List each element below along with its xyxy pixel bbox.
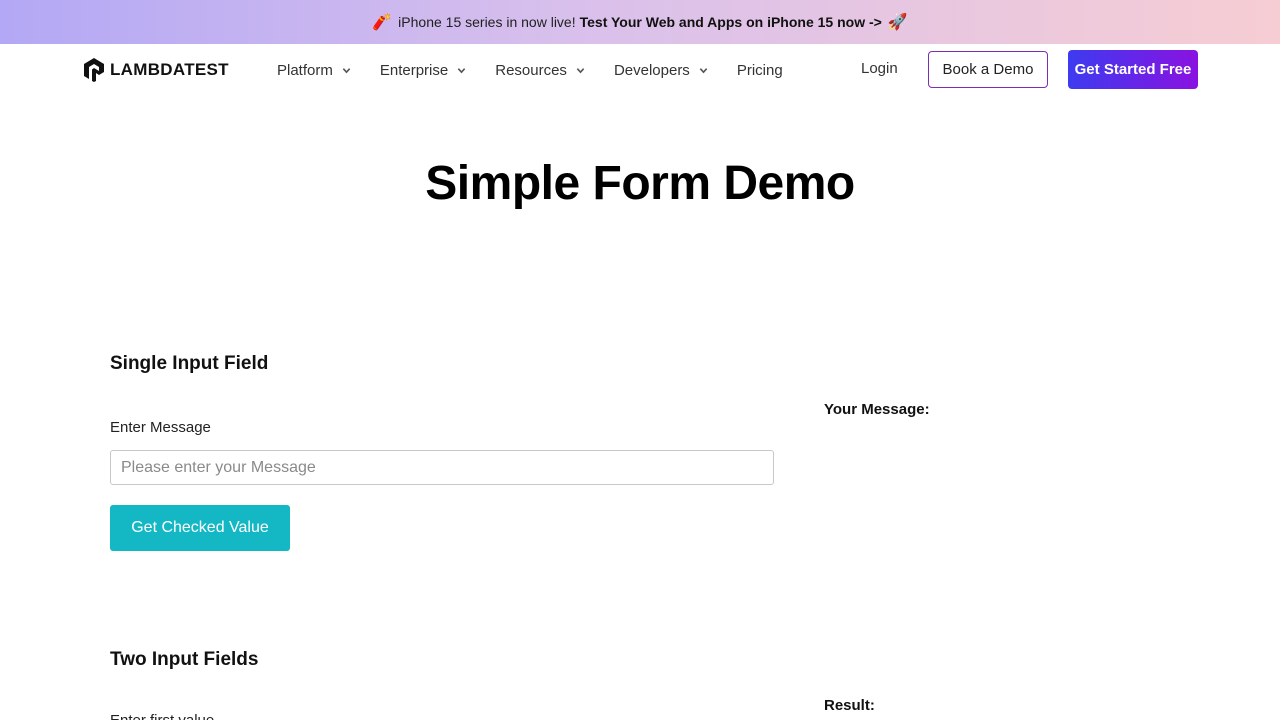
chevron-down-icon bbox=[457, 67, 466, 73]
nav-item-resources[interactable]: Resources bbox=[495, 62, 585, 79]
book-demo-button[interactable]: Book a Demo bbox=[928, 51, 1048, 88]
nav-item-label: Pricing bbox=[736, 61, 783, 79]
get-started-button[interactable]: Get Started Free bbox=[1068, 50, 1198, 89]
your-message-label: Your Message: bbox=[824, 401, 930, 418]
announcement-banner[interactable]: 🧨 iPhone 15 series in now live! Test You… bbox=[0, 0, 1280, 44]
message-input[interactable] bbox=[110, 450, 774, 485]
nav-item-enterprise[interactable]: Enterprise bbox=[380, 62, 466, 79]
rocket-icon: 🚀 bbox=[887, 14, 908, 31]
firecracker-icon: 🧨 bbox=[372, 14, 393, 31]
chevron-down-icon bbox=[342, 67, 351, 73]
nav-item-label: Enterprise bbox=[379, 61, 449, 79]
chevron-down-icon bbox=[699, 67, 708, 73]
nav-menu: Platform Enterprise Resources Developers… bbox=[277, 44, 783, 96]
login-link[interactable]: Login bbox=[861, 60, 898, 77]
nav-item-developers[interactable]: Developers bbox=[614, 62, 708, 79]
banner-link[interactable]: Test Your Web and Apps on iPhone 15 now … bbox=[580, 14, 882, 30]
result-label: Result: bbox=[824, 697, 875, 714]
get-checked-value-button[interactable]: Get Checked Value bbox=[110, 505, 290, 551]
single-input-section-title: Single Input Field bbox=[110, 353, 269, 374]
first-value-label: Enter first value bbox=[110, 712, 214, 720]
enter-message-label: Enter Message bbox=[110, 419, 211, 436]
banner-text: iPhone 15 series in now live! bbox=[398, 14, 576, 30]
lambdatest-logo-icon bbox=[84, 58, 104, 82]
two-input-section-title: Two Input Fields bbox=[110, 649, 259, 670]
nav-item-label: Platform bbox=[277, 61, 333, 79]
nav-item-label: Resources bbox=[495, 61, 567, 79]
nav-item-pricing[interactable]: Pricing bbox=[737, 62, 783, 79]
chevron-down-icon bbox=[576, 67, 585, 73]
logo[interactable]: LAMBDATEST bbox=[82, 57, 229, 83]
nav-item-label: Developers bbox=[613, 61, 690, 79]
main-navbar: LAMBDATEST Platform Enterprise Resources… bbox=[0, 44, 1280, 96]
logo-text: LAMBDATEST bbox=[110, 60, 229, 79]
nav-item-platform[interactable]: Platform bbox=[277, 62, 351, 79]
page-title: Simple Form Demo bbox=[425, 157, 855, 210]
